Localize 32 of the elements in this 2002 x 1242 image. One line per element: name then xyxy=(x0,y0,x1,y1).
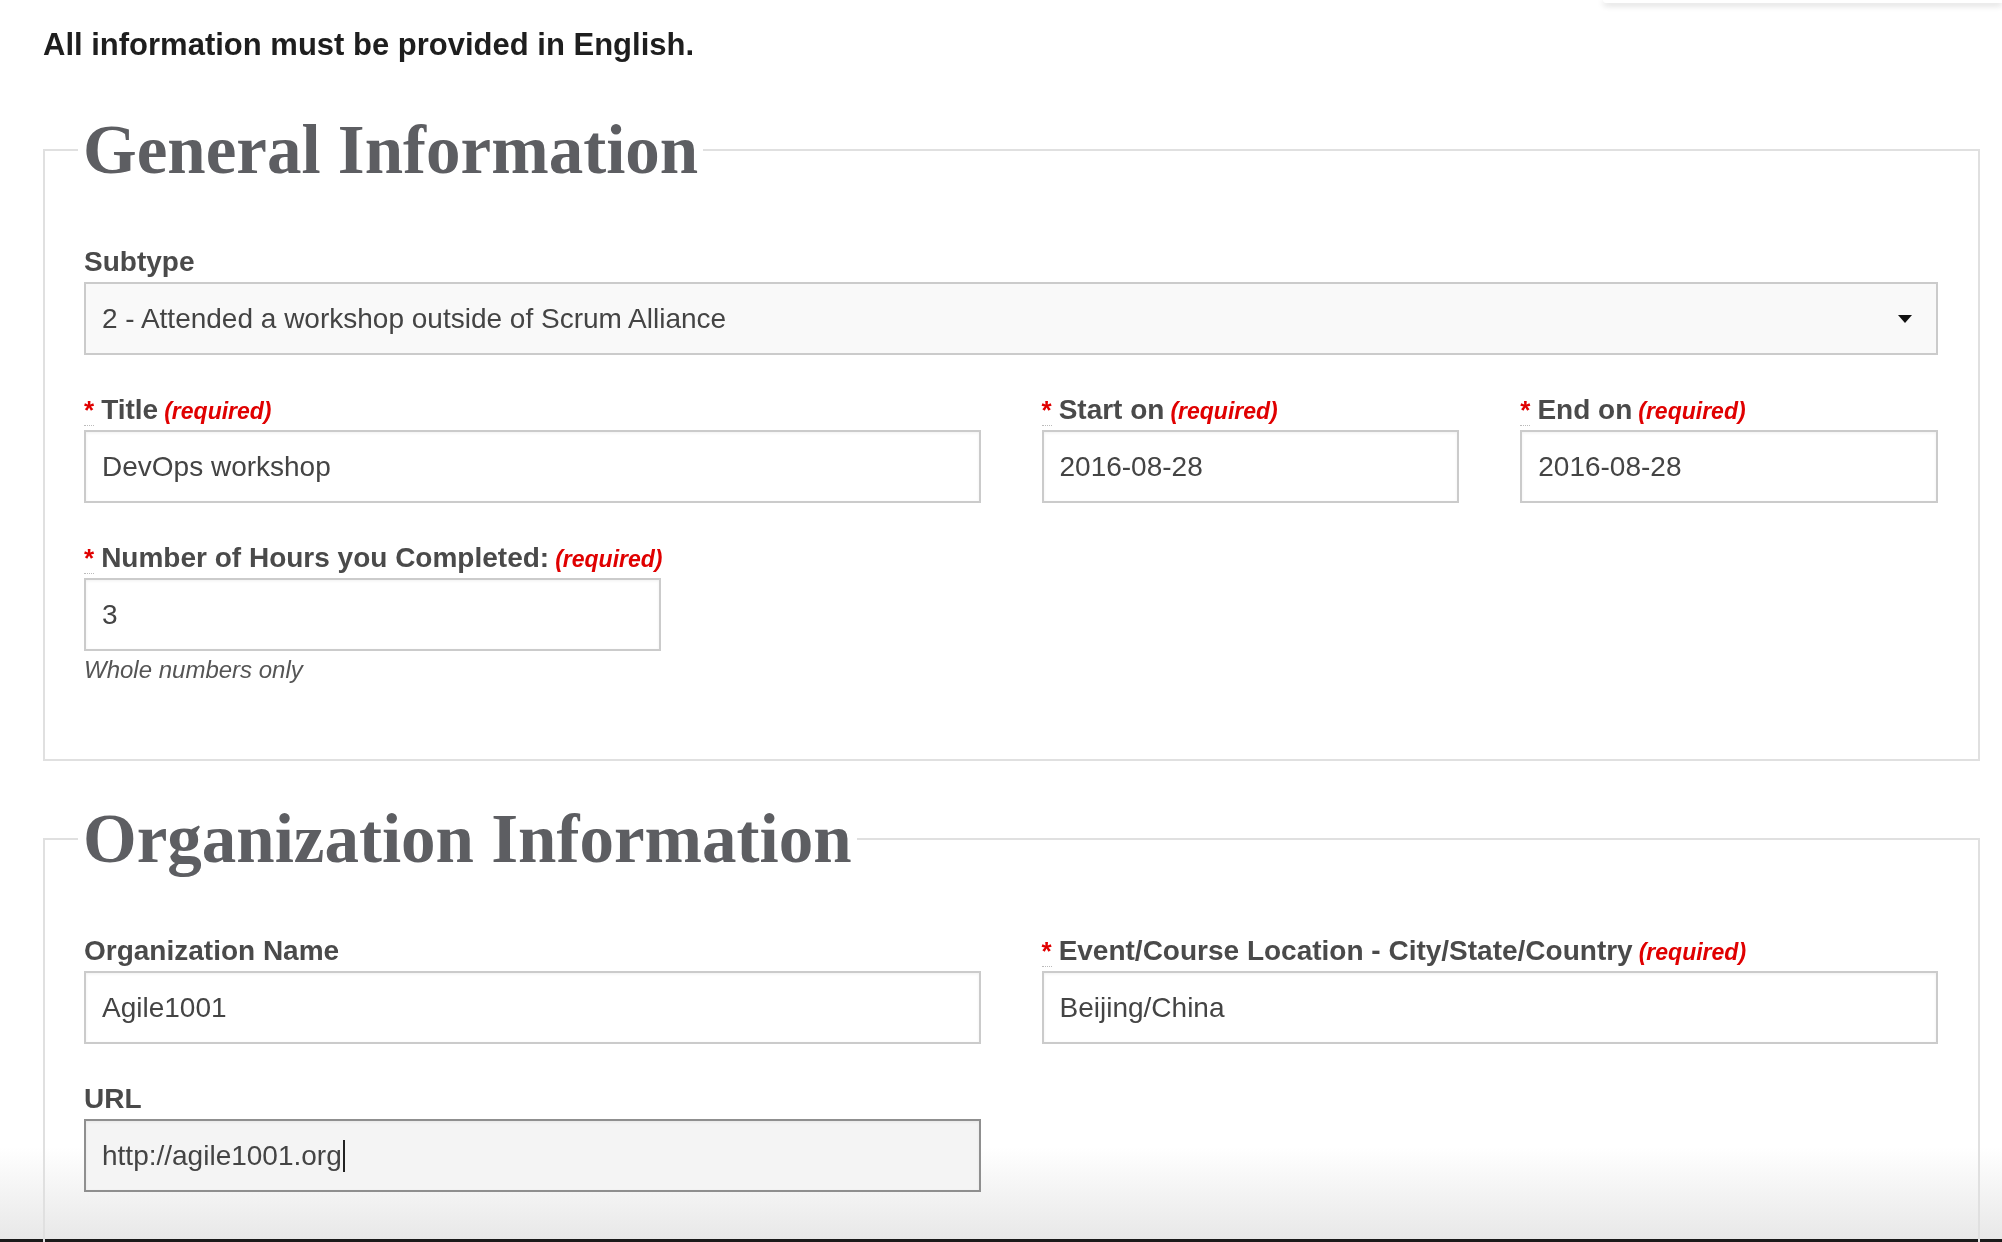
caret-icon xyxy=(1898,314,1912,323)
field-label: End on xyxy=(1537,395,1633,425)
required-mark: * xyxy=(1041,395,1052,426)
number-field[interactable]: 3 xyxy=(84,578,661,651)
url-field[interactable]: http://agile1001.org xyxy=(84,1119,981,1192)
required-mark: * xyxy=(84,395,95,426)
date-field[interactable]: 2016-08-28 xyxy=(1041,430,1460,503)
field-label: Title xyxy=(101,395,159,425)
required-note: (required) xyxy=(555,545,663,574)
dropdown[interactable]: 2 - Attended a workshop outside of Scrum Alliance xyxy=(84,282,1938,355)
hint-text: Whole numbers only xyxy=(84,656,305,684)
required-note: (required) xyxy=(1170,397,1278,426)
field-label: Number of Hours you Completed: xyxy=(101,543,550,573)
required-note: (required) xyxy=(1638,938,1747,967)
text-field[interactable]: Beijing/China xyxy=(1041,971,1938,1044)
notice-text: All information must be provided in English. xyxy=(43,27,696,63)
required-mark: * xyxy=(1520,395,1531,426)
field-label: Organization Name xyxy=(84,936,340,966)
field-label: Start on xyxy=(1058,395,1165,425)
required-mark: * xyxy=(1041,936,1052,967)
field-label: Subtype xyxy=(84,247,195,277)
required-mark: * xyxy=(84,543,95,574)
required-note: (required) xyxy=(164,397,272,426)
field-label: URL xyxy=(84,1084,142,1114)
text-field[interactable]: Agile1001 xyxy=(84,971,981,1044)
field-label: Event/Course Location - City/State/Country xyxy=(1058,936,1633,966)
text-field[interactable]: DevOps workshop xyxy=(84,430,981,503)
required-note: (required) xyxy=(1638,397,1746,426)
text-cursor-icon xyxy=(342,1139,345,1172)
date-field[interactable]: 2016-08-28 xyxy=(1520,430,1938,503)
section-heading: Organization Information xyxy=(82,800,853,879)
section-heading: General Information xyxy=(82,111,700,190)
